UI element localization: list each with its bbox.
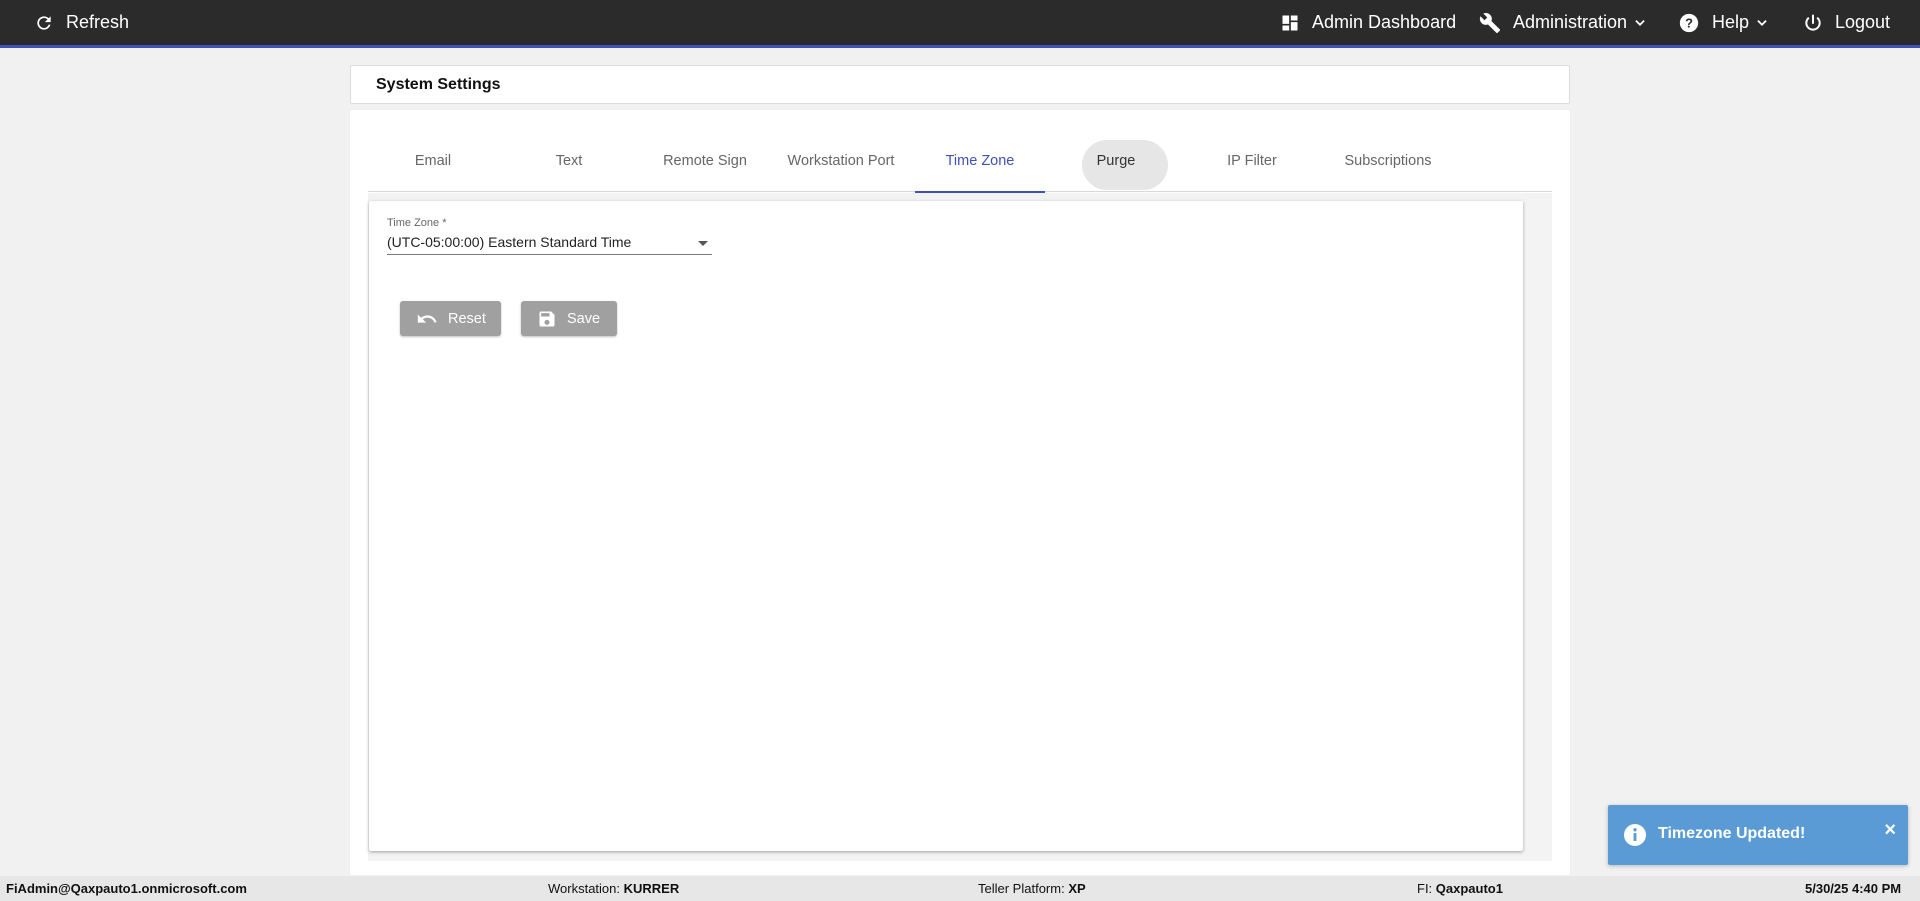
dashboard-icon <box>1282 15 1298 30</box>
reset-label: Reset <box>448 310 486 327</box>
time-zone-panel: Time Zone * (UTC-05:00:00) Eastern Stand… <box>369 201 1523 851</box>
svg-text:?: ? <box>1685 15 1693 30</box>
logout-button[interactable]: Logout <box>1803 0 1890 45</box>
tab-label: Text <box>555 153 583 169</box>
topbar-accent-line <box>0 45 1920 48</box>
status-datetime: 5/30/25 4:40 PM <box>1805 881 1901 896</box>
tab-ip-filter[interactable]: IP Filter <box>1187 130 1317 192</box>
fi-label: FI: <box>1417 881 1436 896</box>
help-icon: ? <box>1679 13 1699 32</box>
time-zone-label: Time Zone * <box>387 217 447 229</box>
save-label: Save <box>567 310 601 327</box>
info-icon <box>1624 824 1646 846</box>
refresh-label: Refresh <box>66 12 130 32</box>
close-icon[interactable]: × <box>1884 820 1896 840</box>
tab-text[interactable]: Text <box>504 130 634 192</box>
teller-value: XP <box>1068 881 1086 896</box>
status-bar: FiAdmin@Qaxpauto1.onmicrosoft.com Workst… <box>0 876 1920 901</box>
help-menu[interactable]: ? Help <box>1678 0 1769 45</box>
status-workstation: Workstation: KURRER <box>548 881 679 896</box>
save-icon <box>539 311 555 326</box>
tab-time-zone[interactable]: Time Zone <box>915 130 1045 193</box>
admin-dashboard-label: Admin Dashboard <box>1312 12 1457 32</box>
help-label: Help <box>1712 12 1750 32</box>
status-user: FiAdmin@Qaxpauto1.onmicrosoft.com <box>6 881 247 896</box>
tab-purge[interactable]: Purge <box>1051 130 1181 192</box>
datetime-value: 5/30/25 4:40 PM <box>1805 881 1902 896</box>
tab-email[interactable]: Email <box>368 130 498 192</box>
tab-label: Workstation Port <box>787 153 895 169</box>
save-button[interactable]: Save <box>521 301 617 336</box>
status-fi: FI: Qaxpauto1 <box>1417 881 1503 896</box>
fi-value: Qaxpauto1 <box>1435 881 1503 896</box>
admin-dashboard-link[interactable]: Admin Dashboard <box>1280 0 1456 45</box>
tab-workstation-port[interactable]: Workstation Port <box>776 130 906 192</box>
settings-card: Email Text Remote Sign Workstation Port … <box>350 110 1570 875</box>
logout-label: Logout <box>1835 12 1891 32</box>
power-icon <box>1805 14 1821 31</box>
administration-label: Administration <box>1513 12 1628 32</box>
status-teller-platform: Teller Platform: XP <box>978 881 1086 896</box>
tab-label: Purge <box>1096 153 1136 169</box>
undo-icon <box>417 313 437 323</box>
time-zone-value: (UTC-05:00:00) Eastern Standard Time <box>387 234 632 250</box>
time-zone-select[interactable]: (UTC-05:00:00) Eastern Standard Time <box>387 231 712 255</box>
page-title: System Settings <box>376 76 501 93</box>
tab-remote-sign[interactable]: Remote Sign <box>640 130 770 192</box>
toast-message: Timezone Updated! <box>1658 825 1806 842</box>
tab-subscriptions[interactable]: Subscriptions <box>1323 130 1453 192</box>
reset-button[interactable]: Reset <box>400 301 501 336</box>
tab-content-area: Time Zone * (UTC-05:00:00) Eastern Stand… <box>368 193 1552 861</box>
workstation-label: Workstation: <box>548 881 624 896</box>
wrench-icon <box>1479 12 1501 33</box>
tab-label: Email <box>414 153 452 169</box>
refresh-icon <box>37 15 51 30</box>
user-email: FiAdmin@Qaxpauto1.onmicrosoft.com <box>6 881 247 896</box>
tab-label: Time Zone <box>945 153 1015 169</box>
tab-label: Subscriptions <box>1344 153 1432 169</box>
toast-notification: Timezone Updated! × <box>1608 805 1908 865</box>
chevron-down-icon <box>1635 19 1645 26</box>
tab-label: Remote Sign <box>663 153 747 169</box>
settings-tabs: Email Text Remote Sign Workstation Port … <box>368 130 1552 193</box>
refresh-button[interactable]: Refresh <box>34 0 129 45</box>
teller-label: Teller Platform: <box>978 881 1069 896</box>
workstation-value: KURRER <box>623 881 680 896</box>
top-navigation-bar: Refresh Admin Dashboard Administration ?… <box>0 0 1920 45</box>
dropdown-arrow-icon <box>698 241 708 246</box>
administration-menu[interactable]: Administration <box>1479 0 1647 45</box>
tab-label: IP Filter <box>1227 153 1277 169</box>
chevron-down-icon <box>1757 19 1767 26</box>
page-header-card: System Settings <box>350 65 1570 104</box>
